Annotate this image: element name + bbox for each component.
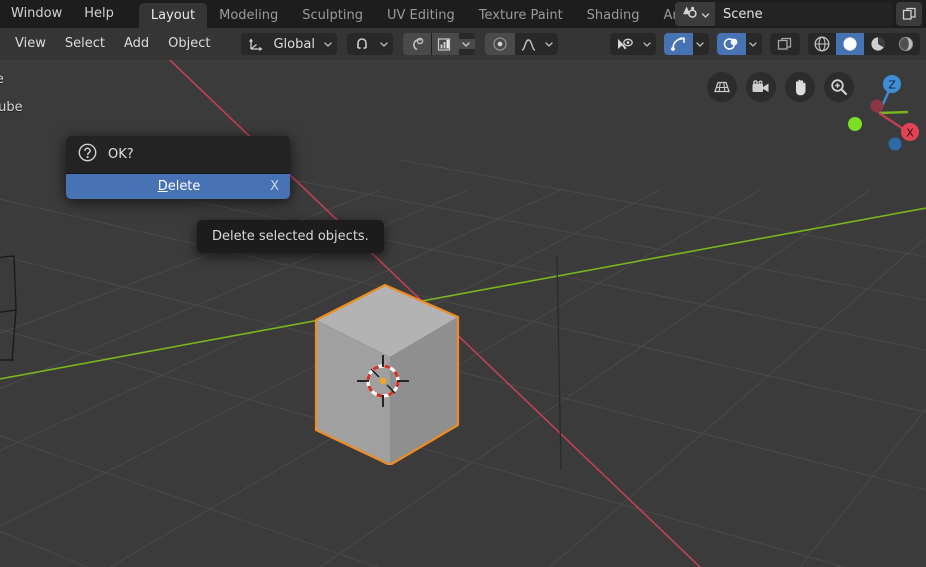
proportional-editing-group bbox=[402, 33, 475, 55]
menu-window[interactable]: Window bbox=[0, 4, 73, 24]
dialog-item-accel-char: D bbox=[157, 179, 168, 194]
viewport-menu-view[interactable]: View bbox=[6, 33, 55, 55]
camera-icon[interactable] bbox=[746, 72, 776, 102]
tab-sculpting[interactable]: Sculpting bbox=[290, 3, 375, 28]
shading-solid-button[interactable] bbox=[836, 33, 864, 55]
viewport-object-label: Cube bbox=[0, 100, 23, 115]
tab-uv-editing[interactable]: UV Editing bbox=[375, 3, 467, 28]
proportional-falloff-histogram-icon[interactable] bbox=[431, 33, 459, 55]
tab-modeling[interactable]: Modeling bbox=[207, 3, 290, 28]
dialog-item-rest: elete bbox=[167, 179, 201, 194]
confirm-delete-dialog: OK? Delete X bbox=[66, 136, 290, 199]
tab-texture-paint[interactable]: Texture Paint bbox=[467, 3, 575, 28]
blender-window: Window Help Layout Modeling Sculpting UV… bbox=[0, 0, 926, 567]
tab-shading[interactable]: Shading bbox=[575, 3, 652, 28]
gizmo-axis-x-negative bbox=[870, 99, 884, 113]
scene-id-block: Scene bbox=[675, 2, 893, 26]
dialog-title: OK? bbox=[108, 147, 134, 162]
tooltip: Delete selected objects. bbox=[197, 220, 384, 253]
proportional-edit-objects-icon[interactable] bbox=[402, 33, 431, 55]
magnet-snap-icon[interactable] bbox=[346, 33, 377, 55]
svg-text:X: X bbox=[906, 127, 914, 140]
shading-wireframe-button[interactable] bbox=[808, 33, 836, 55]
scene-name-input[interactable]: Scene bbox=[715, 2, 893, 26]
falloff-group bbox=[484, 33, 558, 55]
transform-orientation-value: Global bbox=[273, 36, 315, 52]
chevron-down-icon bbox=[701, 5, 710, 24]
grid-perspective-icon[interactable] bbox=[707, 72, 737, 102]
gizmo-axis-y-positive bbox=[848, 117, 862, 131]
toggle-xray-icon[interactable] bbox=[770, 33, 800, 55]
new-scene-copy-icon[interactable] bbox=[896, 2, 922, 26]
workspace-tabs: Layout Modeling Sculpting UV Editing Tex… bbox=[138, 0, 726, 28]
3d-cursor-icon bbox=[357, 355, 409, 407]
cube-object[interactable] bbox=[300, 245, 540, 465]
gizmos-group bbox=[664, 33, 709, 55]
shading-rendered-button[interactable] bbox=[892, 33, 920, 55]
chevron-down-icon bbox=[321, 39, 337, 49]
smooth-falloff-curve-icon[interactable] bbox=[514, 33, 542, 55]
toggle-xray-group bbox=[770, 33, 800, 55]
falloff-chevron-down-icon[interactable] bbox=[458, 39, 475, 49]
orientation-axes-icon bbox=[241, 33, 270, 55]
tab-layout[interactable]: Layout bbox=[138, 3, 208, 28]
question-mark-icon bbox=[78, 143, 97, 166]
scene-data-icon bbox=[682, 5, 699, 24]
gizmos-chevron-down-icon[interactable] bbox=[693, 39, 709, 49]
topbar: Window Help Layout Modeling Sculpting UV… bbox=[0, 0, 926, 28]
falloff-curve-chevron-down-icon[interactable] bbox=[542, 39, 558, 49]
snapping-chevron-down-icon[interactable] bbox=[377, 39, 393, 49]
object-visibility-eye-icon[interactable] bbox=[610, 33, 640, 55]
viewport-header-menus: View Select Add Object bbox=[6, 33, 219, 55]
viewport-header: View Select Add Object Global bbox=[0, 28, 926, 60]
svg-text:Z: Z bbox=[888, 79, 896, 92]
snapping-group bbox=[346, 33, 393, 55]
menu-help[interactable]: Help bbox=[73, 4, 125, 24]
viewport-menu-object[interactable]: Object bbox=[159, 33, 219, 55]
dialog-title-row: OK? bbox=[66, 136, 290, 174]
dialog-item-shortcut: X bbox=[270, 179, 279, 194]
proportional-circle-icon[interactable] bbox=[484, 33, 515, 55]
shading-modes-group bbox=[808, 33, 920, 55]
shading-material-preview-button[interactable] bbox=[864, 33, 892, 55]
hand-icon[interactable] bbox=[785, 72, 815, 102]
overlays-group bbox=[717, 33, 762, 55]
scene-selector: Scene bbox=[675, 2, 922, 26]
dialog-item-delete-label: Delete bbox=[66, 179, 270, 194]
viewport-menu-add[interactable]: Add bbox=[115, 33, 158, 55]
object-visibility-group bbox=[610, 33, 656, 55]
overlays-chevron-down-icon[interactable] bbox=[746, 39, 762, 49]
overlays-two-circles-icon[interactable] bbox=[717, 33, 746, 55]
axis-navigation-gizmo[interactable]: Z X bbox=[838, 72, 920, 154]
gizmo-arrow-icon[interactable] bbox=[664, 33, 693, 55]
viewport-view-label: ve bbox=[0, 72, 4, 87]
scene-browse-button[interactable] bbox=[675, 2, 715, 26]
transform-orientation-dropdown[interactable]: Global bbox=[241, 33, 337, 55]
gizmo-axis-z-negative bbox=[888, 137, 902, 151]
visibility-chevron-down-icon[interactable] bbox=[640, 39, 656, 49]
viewport-nav-buttons bbox=[707, 72, 854, 102]
viewport-menu-select[interactable]: Select bbox=[56, 33, 114, 55]
dialog-item-delete[interactable]: Delete X bbox=[66, 174, 290, 199]
